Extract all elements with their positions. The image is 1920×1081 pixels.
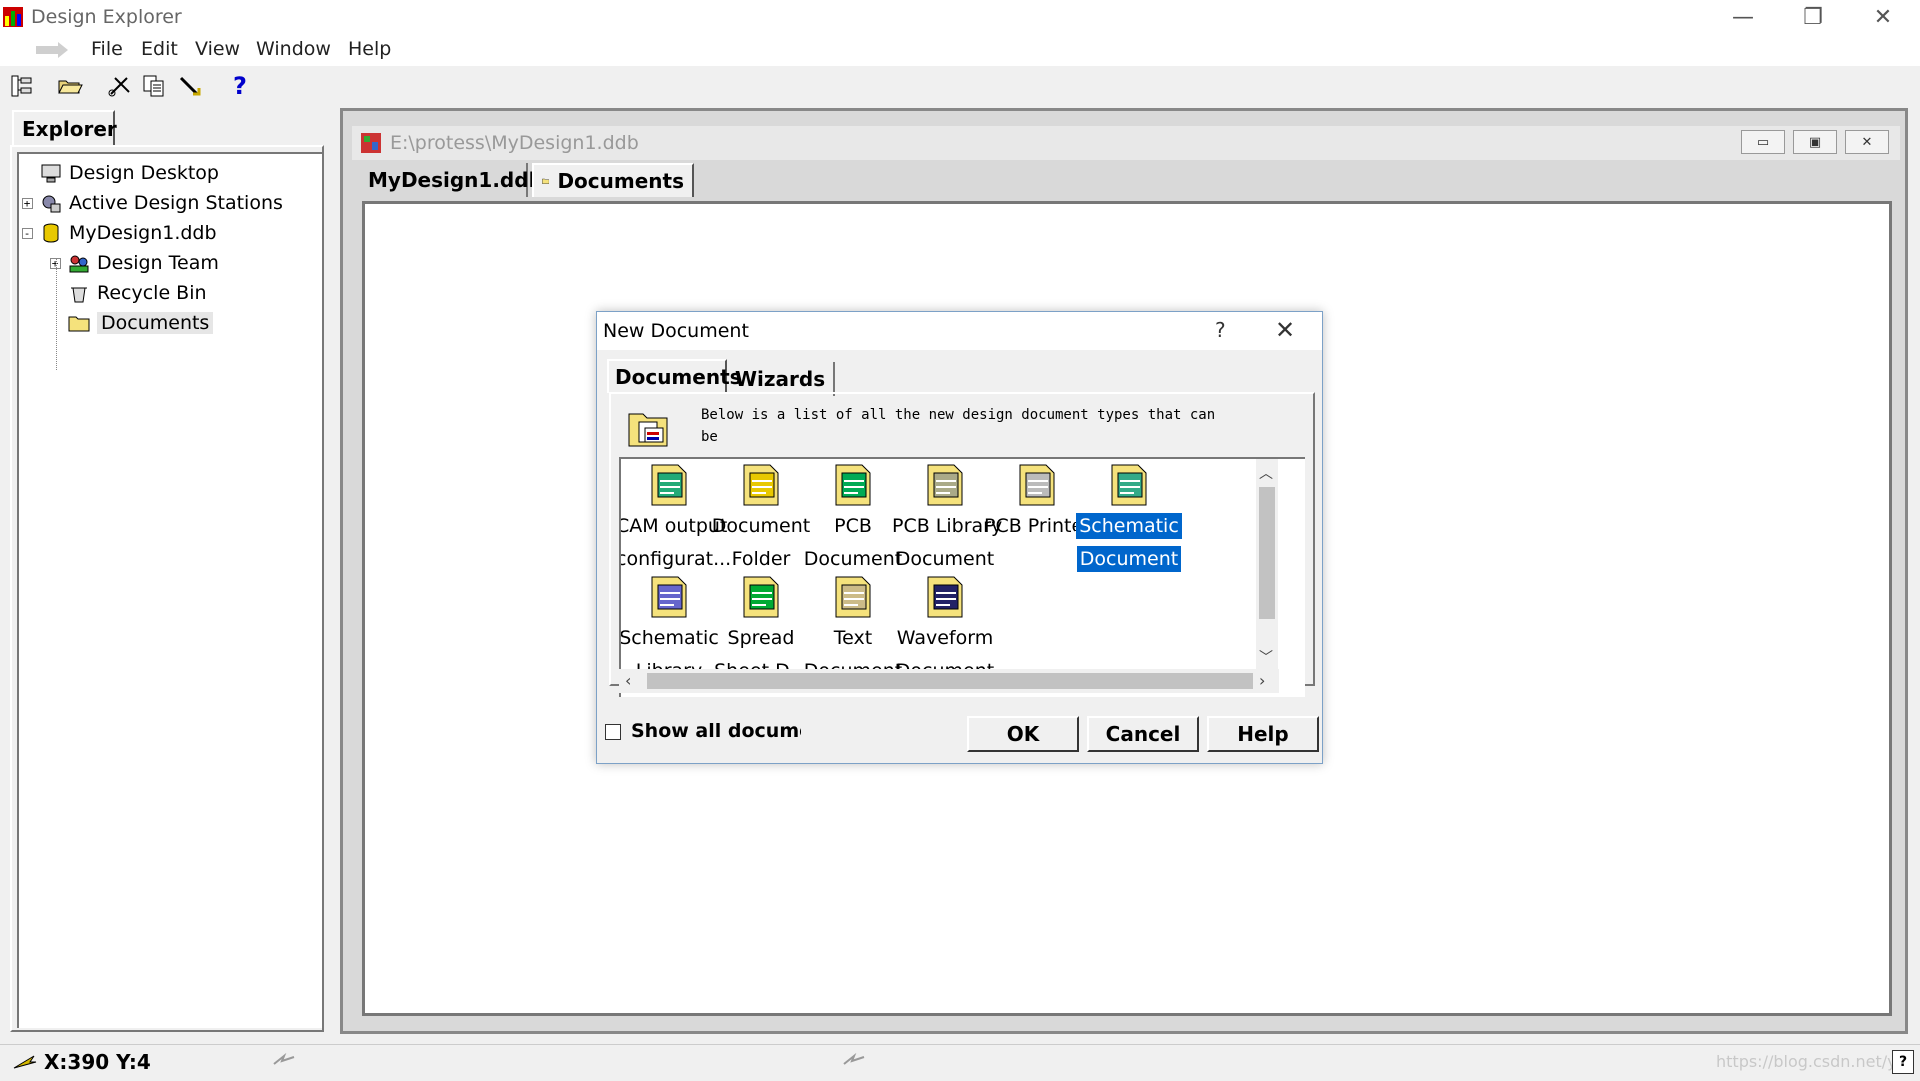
tab-mydesign1-label: MyDesign1.ddb <box>368 168 543 192</box>
expand-icon[interactable]: + <box>22 198 33 209</box>
ok-button[interactable]: OK <box>967 716 1079 752</box>
document-type-icon <box>828 459 878 509</box>
collapse-icon[interactable]: - <box>22 228 33 239</box>
toolbar <box>0 66 1920 108</box>
tab-explorer[interactable]: Explorer <box>12 110 115 146</box>
open-folder-icon[interactable] <box>56 72 84 100</box>
document-type-label: Document <box>1077 546 1181 572</box>
horizontal-scrollbar[interactable]: ‹ › <box>619 669 1279 693</box>
horizontal-scroll-thumb[interactable] <box>647 673 1253 689</box>
document-type-label: PCB <box>831 513 875 539</box>
document-window-title: E:\protess\MyDesign1.ddb <box>390 132 639 154</box>
folder-icon <box>67 312 91 334</box>
minimize-icon[interactable]: — <box>1708 0 1778 34</box>
tree-item[interactable]: Documents <box>47 308 213 338</box>
scroll-up-icon[interactable]: ︿ <box>1259 463 1273 483</box>
copy-icon[interactable] <box>140 72 168 100</box>
menu-view[interactable]: View <box>195 38 240 60</box>
database-icon <box>39 222 63 244</box>
dialog-help-icon[interactable]: ? <box>1215 318 1226 342</box>
context-help-icon[interactable]: ? <box>1892 1050 1914 1074</box>
dialog-title: New Document <box>603 320 749 342</box>
dialog-close-icon[interactable]: ✕ <box>1275 316 1295 344</box>
design-database-icon <box>360 132 382 154</box>
tree-item-label: Recycle Bin <box>97 282 207 304</box>
tree-item[interactable]: Recycle Bin <box>47 278 207 308</box>
doc-maximize-icon[interactable]: ▣ <box>1793 130 1837 154</box>
cancel-button[interactable]: Cancel <box>1087 716 1199 752</box>
menu-help[interactable]: Help <box>348 38 391 60</box>
new-document-dialog: New Document ? ✕ Documents Wizards Below… <box>596 311 1323 764</box>
desktop-icon <box>39 162 63 184</box>
tree-item-label: Design Desktop <box>69 162 219 184</box>
show-all-label: Show all document ki <box>631 720 801 742</box>
document-type-icon <box>736 571 786 621</box>
folder-icon <box>542 172 549 190</box>
document-type-item[interactable]: Schematic Document <box>1073 459 1185 579</box>
explorer-tree: Design Desktop + Active Design Stations - My… <box>17 152 322 1028</box>
tree-item-label: Active Design Stations <box>69 192 283 214</box>
vertical-scroll-thumb[interactable] <box>1259 487 1275 619</box>
cut-icon[interactable] <box>106 72 134 100</box>
tab-mydesign1[interactable]: MyDesign1.ddb <box>360 163 528 197</box>
document-type-icon <box>644 459 694 509</box>
cursor-icon <box>12 1052 38 1072</box>
team-icon <box>67 252 91 274</box>
tree-item[interactable]: Design Desktop <box>19 158 219 188</box>
recycle-bin-icon <box>67 282 91 304</box>
help-button[interactable]: Help <box>1207 716 1319 752</box>
scroll-down-icon[interactable]: ﹀ <box>1259 647 1273 667</box>
menu-window[interactable]: Window <box>256 38 331 60</box>
tree-connector <box>56 258 57 370</box>
doc-close-icon[interactable]: ✕ <box>1845 130 1889 154</box>
window-title: Design Explorer <box>31 6 182 28</box>
restore-icon[interactable]: ❐ <box>1778 0 1848 34</box>
vertical-scrollbar[interactable]: ︿ ﹀ <box>1256 459 1278 669</box>
scroll-right-icon[interactable]: › <box>1259 671 1265 690</box>
title-bar <box>0 0 1920 34</box>
status-grip-icon <box>842 1052 868 1068</box>
show-all-checkbox[interactable] <box>605 724 621 740</box>
expand-icon[interactable]: + <box>50 258 61 269</box>
tree-item-label: Documents <box>97 312 213 334</box>
document-types-icon <box>625 404 671 450</box>
watermark: https://blog.csdn.net/y... <box>1716 1052 1910 1071</box>
dialog-description: Below is a list of all the new design do… <box>701 404 1221 448</box>
document-type-icon <box>920 571 970 621</box>
close-icon[interactable]: ✕ <box>1848 0 1918 34</box>
document-type-icon <box>828 571 878 621</box>
arrow-down-icon[interactable] <box>34 40 70 60</box>
document-type-icon <box>644 571 694 621</box>
scroll-left-icon[interactable]: ‹ <box>625 671 631 690</box>
tree-item-label: Design Team <box>97 252 219 274</box>
document-type-label: Spread <box>725 625 798 651</box>
tree-item[interactable]: + Active Design Stations <box>19 188 283 218</box>
tab-documents-label: Documents <box>557 169 684 193</box>
tree-item[interactable]: + Design Team <box>47 248 219 278</box>
coordinates-readout: X:390 Y:4 <box>44 1050 151 1074</box>
document-type-icon <box>920 459 970 509</box>
tab-documents[interactable]: Documents <box>532 163 694 197</box>
document-type-label: Text <box>831 625 875 651</box>
tab-wizards[interactable]: Wizards <box>729 362 835 396</box>
tree-item-label: MyDesign1.ddb <box>69 222 217 244</box>
status-grip-icon <box>272 1052 298 1068</box>
paste-icon[interactable] <box>176 72 204 100</box>
stations-icon <box>39 192 63 214</box>
tab-documents-dialog[interactable]: Documents <box>607 359 727 393</box>
document-type-label: Waveform <box>894 625 996 651</box>
document-type-icon <box>736 459 786 509</box>
app-logo-icon <box>2 6 24 28</box>
explorer-toggle-icon[interactable] <box>8 72 36 100</box>
document-type-icon <box>1104 459 1154 509</box>
document-type-label: Schematic <box>1076 513 1182 539</box>
document-type-list: CAM outputconfigurat...DocumentFolderPCB… <box>619 457 1305 697</box>
menu-edit[interactable]: Edit <box>141 38 178 60</box>
doc-minimize-icon[interactable]: ▭ <box>1741 130 1785 154</box>
menu-file[interactable]: File <box>91 38 123 60</box>
tree-item[interactable]: - MyDesign1.ddb <box>19 218 217 248</box>
document-type-icon <box>1012 459 1062 509</box>
document-type-label: Folder <box>729 546 794 572</box>
help-icon[interactable]: ? <box>226 72 254 100</box>
